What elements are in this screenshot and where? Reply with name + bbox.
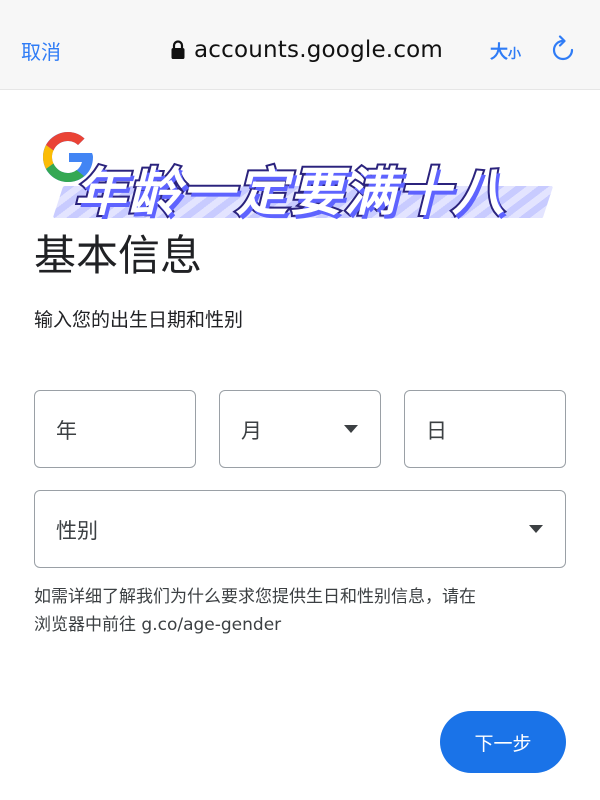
chevron-down-icon xyxy=(529,525,543,533)
help-note-line-2[interactable]: 浏览器中前往 g.co/age-gender xyxy=(34,611,574,639)
lock-icon xyxy=(171,40,185,59)
chevron-down-icon xyxy=(344,425,358,433)
year-input[interactable]: 年 xyxy=(34,390,196,468)
text-size-small-label: 小 xyxy=(508,47,522,62)
text-size-button[interactable]: 大小 xyxy=(490,38,521,64)
page-title: 基本信息 xyxy=(34,231,203,280)
text-size-big-label: 大 xyxy=(490,42,508,63)
cancel-button[interactable]: 取消 xyxy=(21,36,61,65)
next-button[interactable]: 下一步 xyxy=(440,711,566,773)
address-bar[interactable]: accounts.google.com xyxy=(170,33,443,67)
banner-text: 年龄一定要满十八 xyxy=(72,161,507,225)
page: 取消 accounts.google.com 大小 年龄一定要满十八 基本信息 … xyxy=(0,0,600,800)
browser-top-bar: 取消 accounts.google.com 大小 xyxy=(0,0,600,90)
help-note: 如需详细了解我们为什么要求您提供生日和性别信息，请在 浏览器中前往 g.co/a… xyxy=(34,583,574,639)
day-placeholder: 日 xyxy=(426,419,447,443)
year-placeholder: 年 xyxy=(56,419,77,443)
reload-icon[interactable] xyxy=(551,35,575,63)
month-select[interactable]: 月 xyxy=(219,390,381,468)
page-subtitle: 输入您的出生日期和性别 xyxy=(34,309,244,331)
day-input[interactable]: 日 xyxy=(404,390,566,468)
url-text: accounts.google.com xyxy=(194,37,444,63)
help-note-line-1: 如需详细了解我们为什么要求您提供生日和性别信息，请在 xyxy=(34,587,476,607)
gender-select[interactable]: 性别 xyxy=(34,490,566,568)
month-placeholder: 月 xyxy=(241,419,262,443)
gender-placeholder: 性别 xyxy=(56,519,98,543)
